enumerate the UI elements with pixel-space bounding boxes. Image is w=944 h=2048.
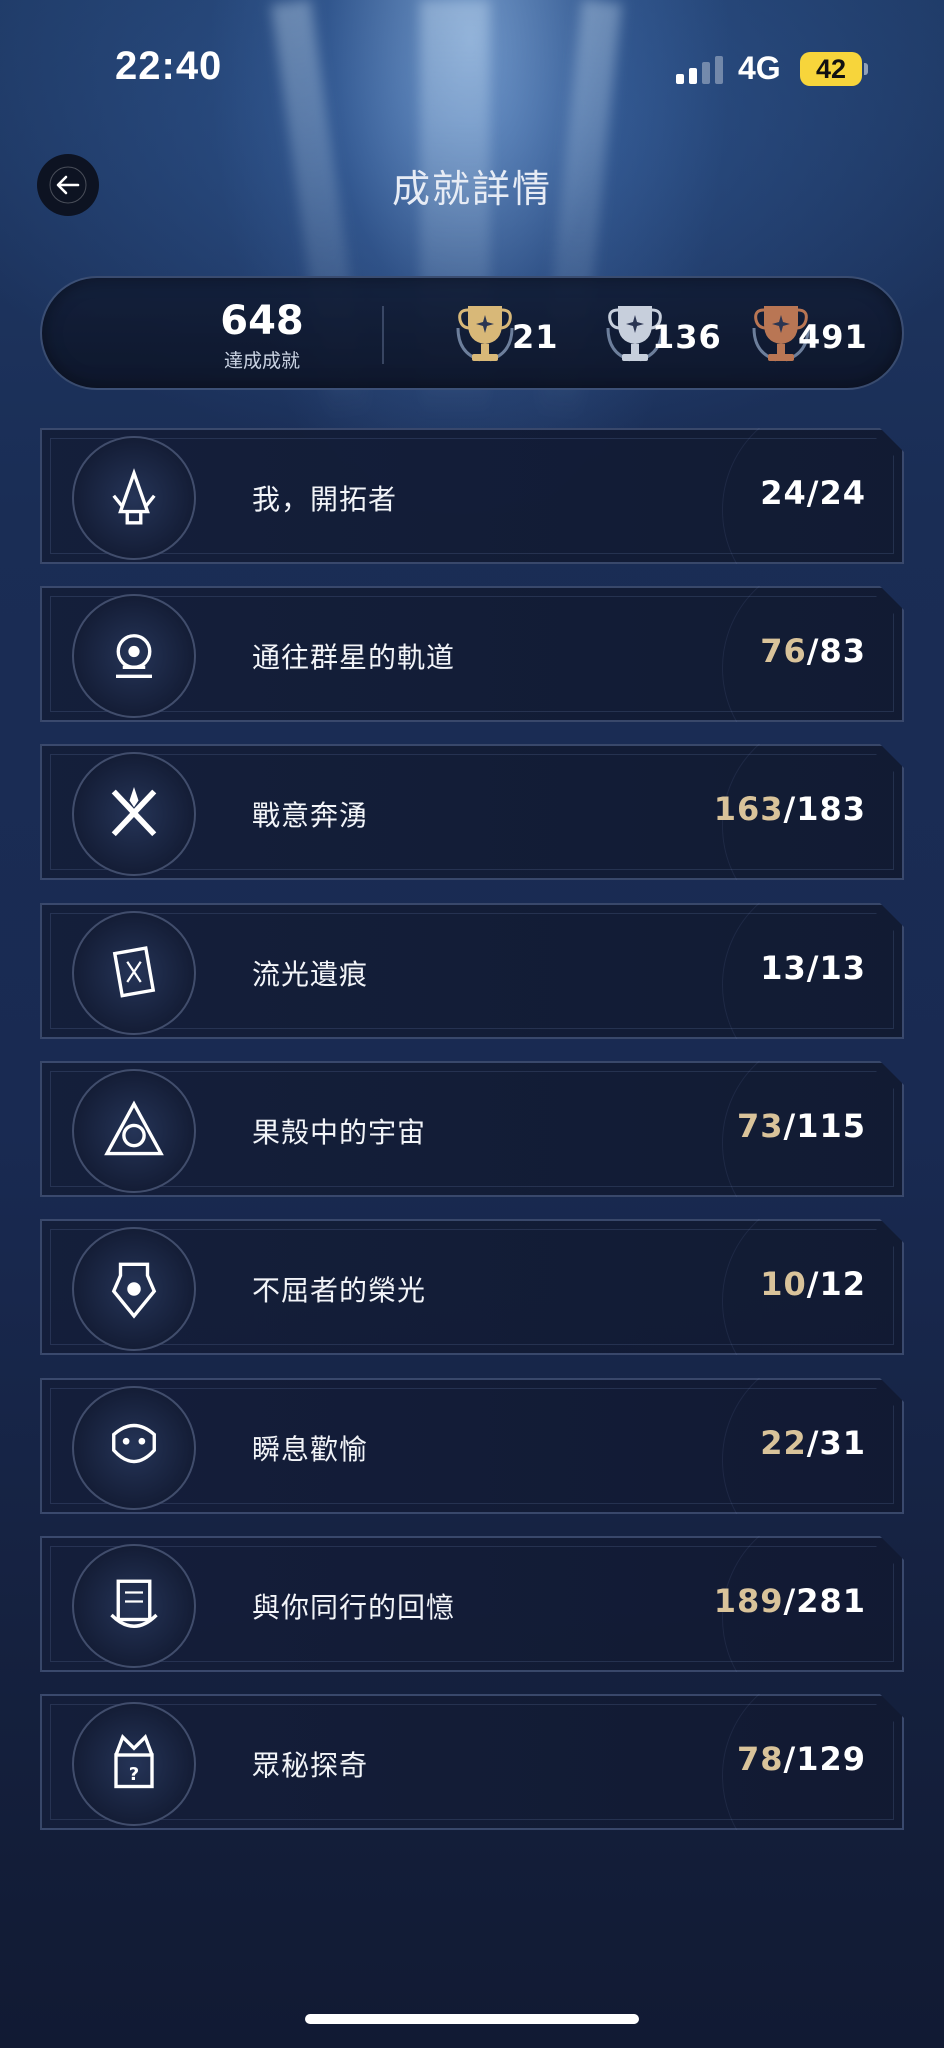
progress-done: 10	[760, 1265, 807, 1303]
progress-separator: /	[783, 1582, 797, 1620]
category-progress: 163/183	[714, 790, 866, 828]
category-title: 不屈者的榮光	[252, 1274, 427, 1307]
total-achievements: 648	[220, 298, 304, 344]
battery-icon: 42	[800, 52, 862, 86]
progress-total: 31	[819, 1424, 866, 1462]
category-title: 瞬息歡愉	[252, 1433, 369, 1466]
category-title: 與你同行的回憶	[252, 1591, 456, 1624]
network-type: 4G	[738, 50, 781, 86]
bronze-trophy-count: 491	[798, 318, 868, 356]
mask-emblem-icon	[72, 1386, 196, 1510]
progress-separator: /	[806, 632, 820, 670]
progress-total: 24	[819, 474, 866, 512]
progress-total: 115	[796, 1107, 866, 1145]
progress-separator: /	[806, 1265, 820, 1303]
crossed-axes-icon	[72, 752, 196, 876]
scroll-card-icon	[72, 911, 196, 1035]
category-progress: 13/13	[760, 949, 866, 987]
progress-total: 281	[796, 1582, 866, 1620]
category-card[interactable]: 不屈者的榮光 10/12	[40, 1219, 904, 1355]
category-card[interactable]: 與你同行的回憶 189/281	[40, 1536, 904, 1672]
progress-done: 78	[736, 1740, 784, 1778]
progress-separator: /	[806, 474, 820, 512]
progress-done: 189	[713, 1582, 784, 1620]
gold-trophy-count: 21	[512, 318, 559, 356]
treasure-chest-icon: ?	[72, 1702, 196, 1826]
category-card[interactable]: 果殼中的宇宙 73/115	[40, 1061, 904, 1197]
category-progress: 10/12	[760, 1265, 866, 1303]
progress-separator: /	[783, 790, 797, 828]
progress-done: 22	[760, 1424, 807, 1462]
category-card[interactable]: ? 眾秘探奇 78/129	[40, 1694, 904, 1830]
gold-trophy-icon	[450, 298, 520, 374]
progress-total: 12	[819, 1265, 866, 1303]
shield-crest-icon	[72, 1227, 196, 1351]
progress-done: 76	[760, 632, 807, 670]
category-progress: 73/115	[737, 1107, 866, 1145]
category-title: 戰意奔湧	[252, 799, 369, 832]
category-title: 通往群星的軌道	[252, 641, 456, 674]
category-title: 眾秘探奇	[252, 1749, 369, 1782]
progress-done: 163	[713, 790, 784, 828]
signal-icon	[676, 56, 726, 84]
progress-separator: /	[806, 1424, 820, 1462]
category-progress: 189/281	[714, 1582, 866, 1620]
progress-total: 183	[796, 790, 866, 828]
category-title: 流光遺痕	[252, 958, 369, 991]
silver-trophy-count: 136	[652, 318, 722, 356]
category-title: 我，開拓者	[252, 483, 398, 516]
category-title: 果殼中的宇宙	[252, 1116, 427, 1149]
page-title: 成就詳情	[391, 167, 552, 211]
category-card[interactable]: 通往群星的軌道 76/83	[40, 586, 904, 722]
progress-separator: /	[806, 949, 820, 987]
status-time: 22:40	[115, 44, 223, 88]
category-progress: 24/24	[760, 474, 866, 512]
progress-done: 24	[760, 474, 807, 512]
category-card[interactable]: 瞬息歡愉 22/31	[40, 1378, 904, 1514]
progress-total: 83	[819, 632, 866, 670]
star-rail-emblem-icon	[72, 594, 196, 718]
total-achievements-label: 達成成就	[223, 350, 300, 372]
category-progress: 22/31	[760, 1424, 866, 1462]
category-card[interactable]: 戰意奔湧 163/183	[40, 744, 904, 880]
progress-total: 129	[796, 1740, 866, 1778]
memory-cards-icon	[72, 1544, 196, 1668]
summary-divider	[382, 306, 384, 364]
category-progress: 78/129	[737, 1740, 866, 1778]
home-indicator[interactable]	[305, 2014, 639, 2024]
achievement-summary: 648 達成成就 21 136 491	[40, 276, 904, 390]
triangle-emblem-icon	[72, 1069, 196, 1193]
category-card[interactable]: 流光遺痕 13/13	[40, 903, 904, 1039]
pioneer-emblem-icon	[72, 436, 196, 560]
category-card[interactable]: 我，開拓者 24/24	[40, 428, 904, 564]
progress-done: 73	[736, 1107, 784, 1145]
progress-separator: /	[783, 1107, 797, 1145]
progress-total: 13	[819, 949, 866, 987]
category-progress: 76/83	[760, 632, 866, 670]
svg-text:?: ?	[129, 1764, 139, 1785]
progress-done: 13	[760, 949, 807, 987]
battery-tip	[864, 63, 868, 75]
progress-separator: /	[783, 1740, 797, 1778]
